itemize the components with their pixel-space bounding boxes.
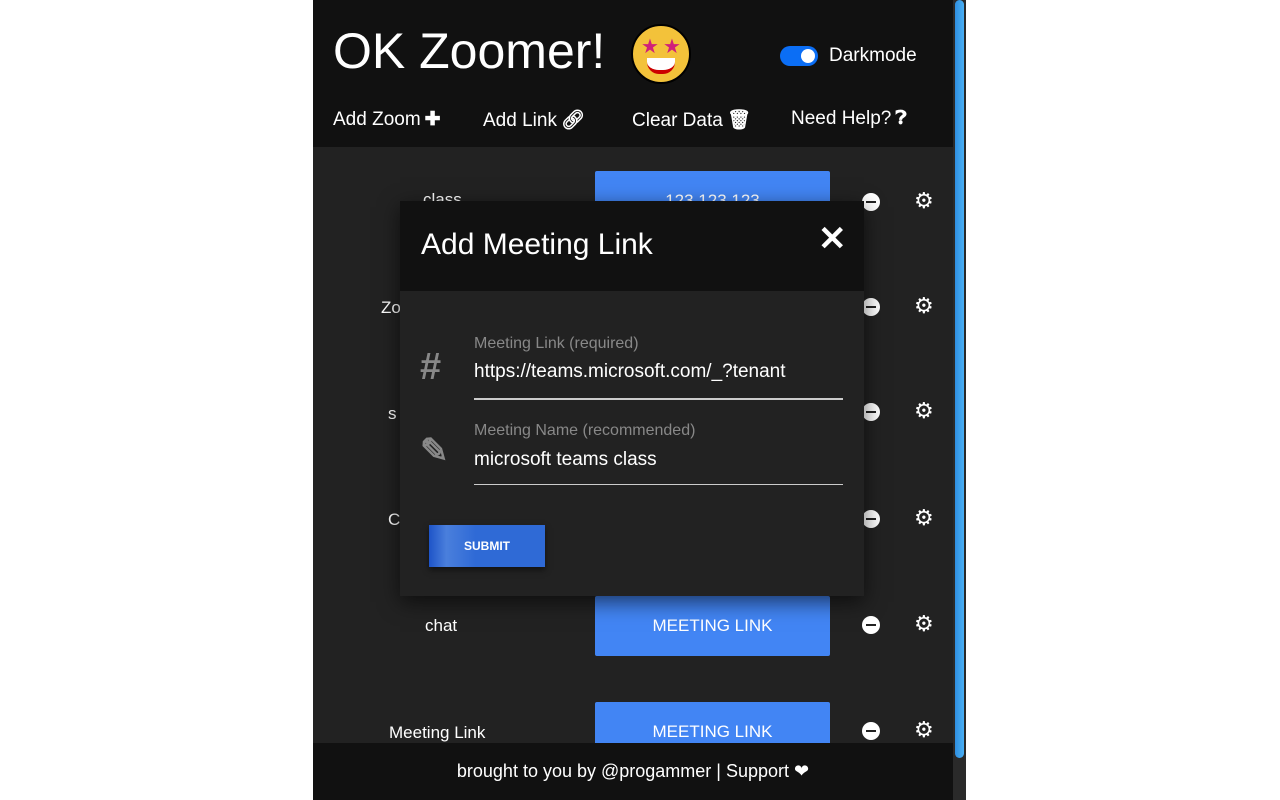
meeting-button[interactable]: MEETING LINK [595, 596, 830, 656]
underline [474, 398, 843, 400]
row-label: Meeting Link [389, 723, 486, 742]
gear-icon[interactable]: ⚙ [914, 719, 934, 741]
scrollbar-thumb[interactable] [955, 0, 964, 758]
darkmode-label: Darkmode [829, 45, 917, 66]
remove-icon[interactable] [862, 510, 880, 528]
meeting-link-label: Meeting Link (required) [474, 335, 639, 352]
remove-icon[interactable] [862, 193, 880, 211]
gear-icon[interactable]: ⚙ [914, 295, 934, 317]
close-icon[interactable]: ✕ [818, 219, 847, 259]
underline [474, 484, 843, 485]
meeting-name-label: Meeting Name (recommended) [474, 422, 696, 439]
row-label: chat [425, 616, 458, 635]
modal-title: Add Meeting Link [421, 228, 653, 261]
remove-icon[interactable] [862, 298, 880, 316]
trash-icon: 🗑︎ [726, 110, 751, 131]
gear-icon[interactable]: ⚙ [914, 613, 934, 635]
gear-icon[interactable]: ⚙ [914, 507, 934, 529]
row-label: s [388, 404, 397, 423]
footer[interactable]: brought to you by @progammer | Support ❤ [313, 743, 953, 800]
row-label: Zo [381, 298, 401, 317]
meeting-name-input[interactable] [474, 449, 843, 471]
remove-icon[interactable] [862, 403, 880, 421]
link-icon: 🔗︎ [560, 110, 586, 131]
pencil-icon: ✎ [420, 432, 449, 470]
modal-header: Add Meeting Link ✕ [400, 201, 864, 291]
header: OK Zoomer! ★ ★ Darkmode Add Zoom ✚ Add Lin… [313, 0, 953, 147]
add-zoom-label: Add Zoom [333, 109, 421, 130]
add-zoom-button[interactable]: Add Zoom ✚ [333, 108, 441, 131]
submit-button[interactable]: SUBMIT [429, 525, 545, 567]
hash-icon: # [420, 346, 442, 388]
gear-icon[interactable]: ⚙ [914, 400, 934, 422]
row-label: C [388, 510, 401, 529]
clear-data-button[interactable]: Clear Data 🗑︎ [632, 108, 751, 132]
star-struck-emoji-icon: ★ ★ [631, 24, 691, 84]
remove-icon[interactable] [862, 722, 880, 740]
plus-icon: ✚ [424, 109, 441, 130]
need-help-label: Need Help? [791, 108, 892, 129]
gear-icon[interactable]: ⚙ [914, 190, 934, 212]
add-meeting-link-modal: Add Meeting Link ✕ # Meeting Link (requi… [400, 201, 864, 596]
question-icon: ❓︎ [895, 108, 907, 129]
need-help-button[interactable]: Need Help? ❓︎ [791, 108, 907, 130]
app-title: OK Zoomer! [333, 23, 606, 79]
scrollbar[interactable] [953, 0, 966, 800]
darkmode-toggle[interactable] [780, 46, 818, 66]
add-link-button[interactable]: Add Link 🔗︎ [483, 108, 585, 132]
meeting-link-input[interactable] [474, 361, 843, 383]
add-link-label: Add Link [483, 110, 557, 131]
remove-icon[interactable] [862, 616, 880, 634]
clear-data-label: Clear Data [632, 110, 723, 131]
